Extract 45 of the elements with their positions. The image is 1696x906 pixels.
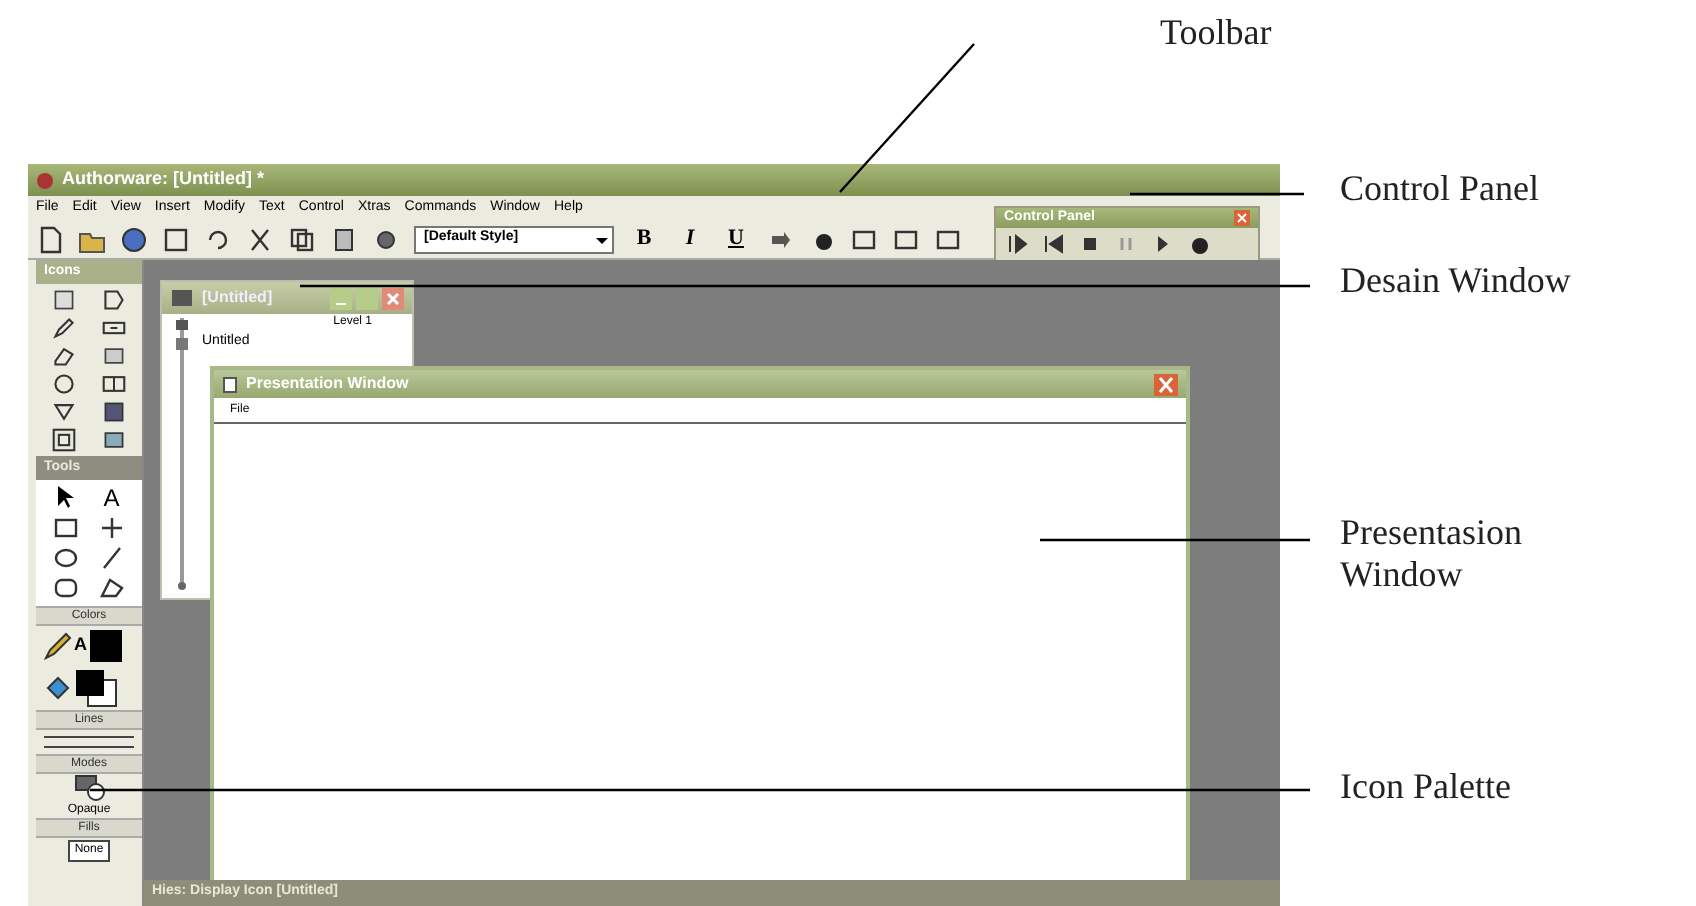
window-icon[interactable] <box>934 225 962 253</box>
minimize-icon[interactable] <box>330 287 352 309</box>
close-icon[interactable] <box>382 287 404 309</box>
window-icon <box>170 288 194 308</box>
close-icon[interactable] <box>1154 373 1178 395</box>
plus-icon[interactable] <box>97 514 126 542</box>
frame-icon[interactable] <box>52 428 77 452</box>
design-window-title: [Untitled] <box>202 286 273 310</box>
rewind-icon[interactable] <box>1040 230 1068 258</box>
cut-icon[interactable] <box>246 225 274 253</box>
window-icon[interactable] <box>850 225 878 253</box>
format-button[interactable]: U <box>720 222 752 256</box>
pencil-icon[interactable] <box>44 632 72 660</box>
rounded-rectangle-icon[interactable] <box>52 574 81 602</box>
close-icon[interactable] <box>1234 210 1250 226</box>
presentation-window-title: Presentation Window <box>246 372 409 396</box>
ellipse-icon[interactable] <box>52 544 81 572</box>
callout-label: Toolbar <box>1160 12 1272 54</box>
play-icon[interactable] <box>1004 230 1032 258</box>
triangle-icon[interactable] <box>52 400 77 424</box>
app-logo-icon <box>36 171 54 189</box>
fill-color-swatch[interactable] <box>74 668 118 708</box>
copy-icon[interactable] <box>288 225 316 253</box>
window-title: Authorware: [Untitled] * <box>62 166 264 193</box>
text-color-label: A <box>74 632 87 659</box>
undo-icon[interactable] <box>204 225 232 253</box>
text-tool[interactable]: A <box>103 484 120 512</box>
callout-label: Desain Window <box>1340 260 1571 302</box>
callout-label: Icon Palette <box>1340 766 1511 808</box>
circle-icon[interactable] <box>52 372 77 396</box>
callout-label: Presentasion Window <box>1340 512 1524 596</box>
format-button[interactable]: B <box>628 222 660 256</box>
rectangle-icon[interactable] <box>52 514 81 542</box>
line-icon[interactable] <box>97 544 126 572</box>
mode-icon[interactable] <box>73 774 105 802</box>
callout-label: Control Panel <box>1340 168 1539 210</box>
color-swatch[interactable] <box>89 630 121 662</box>
new-file-icon[interactable] <box>36 225 64 253</box>
format-button[interactable]: I <box>674 222 706 256</box>
pencil-icon[interactable] <box>52 316 77 340</box>
dash-icon[interactable] <box>101 316 126 340</box>
document-icon <box>222 375 238 393</box>
box-icon[interactable] <box>101 344 126 368</box>
polygon-icon[interactable] <box>97 574 126 602</box>
window-icon[interactable] <box>892 225 920 253</box>
